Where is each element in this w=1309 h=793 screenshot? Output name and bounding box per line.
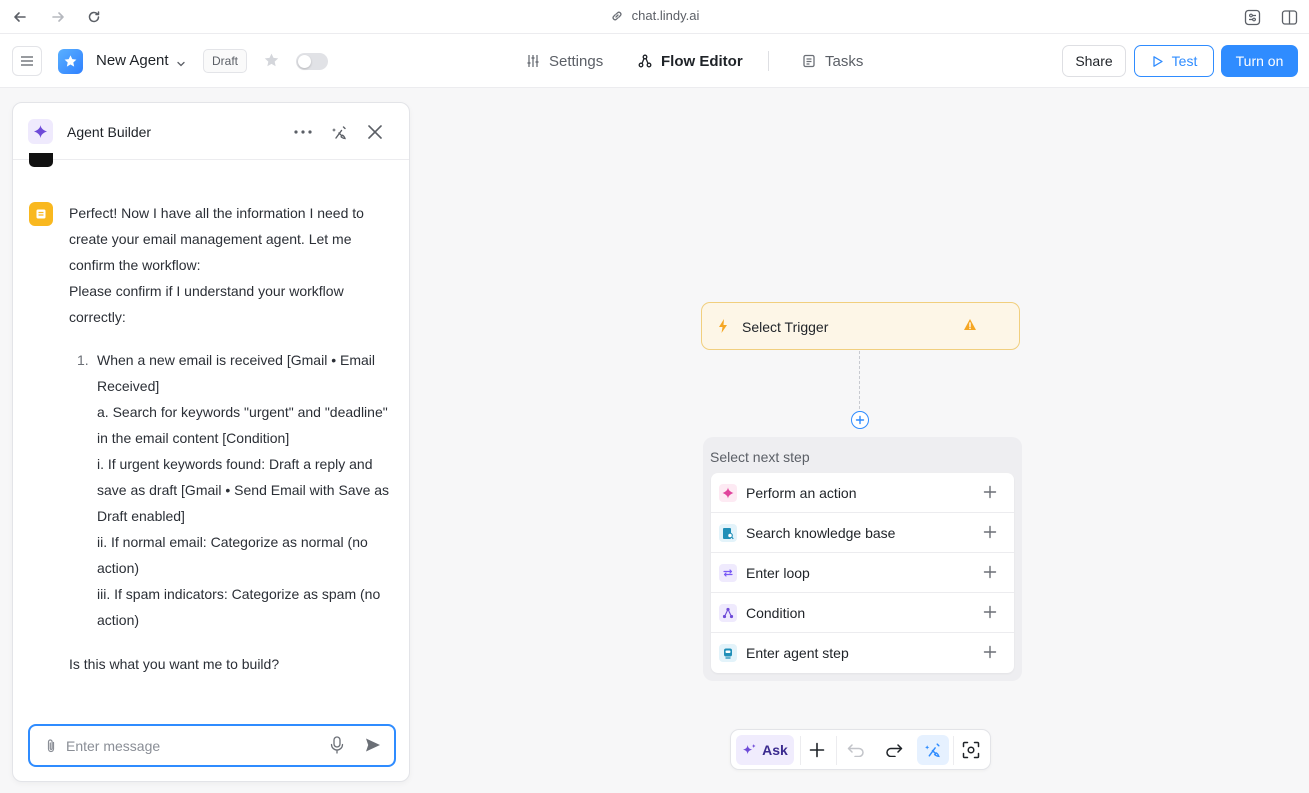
turn-on-button[interactable]: Turn on — [1221, 45, 1298, 77]
canvas-toolbar: Ask — [730, 729, 991, 770]
fit-view-icon[interactable] — [960, 739, 982, 761]
plus-icon[interactable] — [983, 565, 997, 584]
toolbar-divider — [953, 736, 954, 765]
test-button-label: Test — [1171, 53, 1198, 69]
lightning-icon — [717, 318, 729, 339]
agent-name[interactable]: New Agent — [96, 52, 169, 69]
favorite-star-icon[interactable] — [263, 52, 280, 74]
sidebar-toggle-icon[interactable] — [1280, 8, 1298, 26]
sparkle-icon — [28, 119, 53, 144]
workflow-list: 1. When a new email is received [Gmail •… — [69, 347, 399, 633]
add-step-button[interactable] — [851, 411, 869, 429]
app-header: New Agent Draft Settings Flow Editor Tas… — [0, 34, 1309, 88]
loop-icon — [719, 564, 737, 582]
step-option-condition[interactable]: Condition — [711, 593, 1014, 633]
message-question: Please confirm if I understand your work… — [69, 283, 344, 325]
toolbar-divider — [836, 736, 837, 765]
list-item: 1. When a new email is received [Gmail •… — [69, 347, 399, 633]
step-option-label: Enter loop — [746, 565, 810, 581]
extensions-icon[interactable] — [1243, 8, 1261, 26]
plus-icon[interactable] — [983, 525, 997, 544]
tab-flow-editor[interactable]: Flow Editor — [638, 51, 743, 71]
sparkles-icon — [743, 743, 756, 754]
sliders-icon — [527, 55, 539, 67]
send-icon[interactable] — [364, 736, 382, 759]
link-icon — [612, 11, 622, 20]
plus-icon — [855, 415, 865, 425]
close-icon[interactable] — [364, 121, 386, 143]
step-option-search-knowledge-base[interactable]: Search knowledge base — [711, 513, 1014, 553]
tasks-icon — [803, 54, 815, 68]
step-option-label: Perform an action — [746, 485, 857, 501]
redo-icon[interactable] — [883, 739, 905, 761]
ask-button-label: Ask — [762, 742, 788, 758]
assistant-message: Perfect! Now I have all the information … — [69, 200, 399, 677]
toolbar-divider — [800, 736, 801, 765]
workflow-line: i. If urgent keywords found: Draft a rep… — [97, 456, 390, 524]
select-next-step-panel: Select next step Perform an action Searc… — [703, 437, 1022, 681]
browser-toolbar: chat.lindy.ai — [0, 0, 1309, 34]
tab-tasks[interactable]: Tasks — [802, 51, 863, 71]
condition-icon — [719, 604, 737, 622]
step-options-list: Perform an action Search knowledge base … — [711, 473, 1014, 673]
agent-step-icon — [719, 644, 737, 662]
assistant-avatar — [29, 202, 53, 226]
paperclip-icon[interactable] — [44, 738, 58, 759]
address-bar-url[interactable]: chat.lindy.ai — [632, 8, 700, 23]
message-composer — [28, 724, 396, 767]
microphone-icon[interactable] — [330, 736, 344, 759]
workflow-line: a. Search for keywords "urgent" and "dea… — [97, 404, 388, 446]
star-logo-icon — [64, 55, 77, 67]
next-step-heading: Select next step — [710, 449, 810, 465]
message-input[interactable] — [66, 734, 321, 758]
flow-icon — [638, 54, 652, 68]
message-intro: Perfect! Now I have all the information … — [69, 205, 364, 273]
plus-icon[interactable] — [983, 485, 997, 504]
status-badge: Draft — [203, 49, 248, 73]
plus-icon[interactable] — [983, 605, 997, 624]
undo-icon[interactable] — [845, 739, 867, 761]
tab-settings[interactable]: Settings — [526, 51, 603, 71]
ask-button[interactable]: Ask — [736, 735, 794, 765]
list-item-number: 1. — [77, 352, 89, 368]
tab-settings-label: Settings — [549, 52, 604, 70]
clear-chat-icon[interactable] — [328, 121, 350, 143]
menu-button[interactable] — [12, 46, 42, 76]
tab-flow-editor-label: Flow Editor — [661, 52, 743, 70]
add-node-icon[interactable] — [806, 739, 828, 761]
user-avatar — [29, 153, 53, 167]
warning-icon — [963, 318, 977, 336]
note-icon — [36, 209, 46, 219]
step-option-label: Condition — [746, 605, 806, 621]
select-trigger-node[interactable]: Select Trigger — [701, 302, 1020, 350]
more-options-icon[interactable] — [292, 121, 314, 143]
step-option-perform-action[interactable]: Perform an action — [711, 473, 1014, 513]
sparkle-action-icon — [719, 484, 737, 502]
workflow-line: ii. If normal email: Categorize as norma… — [97, 534, 368, 576]
trigger-label: Select Trigger — [742, 319, 829, 335]
tab-tasks-label: Tasks — [825, 52, 864, 70]
agent-builder-panel: Agent Builder Perfect! Now I have all th… — [12, 102, 410, 782]
tab-divider — [768, 51, 769, 71]
hamburger-icon — [21, 56, 33, 66]
agent-avatar[interactable] — [58, 49, 83, 74]
message-closing: Is this what you want me to build? — [69, 656, 280, 672]
step-option-label: Enter agent step — [746, 645, 849, 661]
flow-connector — [859, 351, 860, 409]
step-option-enter-loop[interactable]: Enter loop — [711, 553, 1014, 593]
play-icon — [1153, 55, 1163, 67]
step-option-label: Search knowledge base — [746, 525, 896, 541]
share-button[interactable]: Share — [1062, 45, 1126, 77]
step-option-enter-agent-step[interactable]: Enter agent step — [711, 633, 1014, 673]
workflow-line: iii. If spam indicators: Categorize as s… — [97, 586, 381, 628]
workflow-line: When a new email is received [Gmail • Em… — [97, 352, 375, 394]
agent-builder-header: Agent Builder — [13, 103, 409, 160]
test-button[interactable]: Test — [1134, 45, 1214, 77]
knowledge-base-icon — [719, 524, 737, 542]
chevron-down-icon[interactable] — [176, 56, 186, 74]
agent-enable-toggle[interactable] — [296, 53, 328, 70]
plus-icon[interactable] — [983, 645, 997, 664]
panel-title: Agent Builder — [67, 124, 152, 140]
auto-arrange-icon[interactable] — [922, 739, 944, 761]
